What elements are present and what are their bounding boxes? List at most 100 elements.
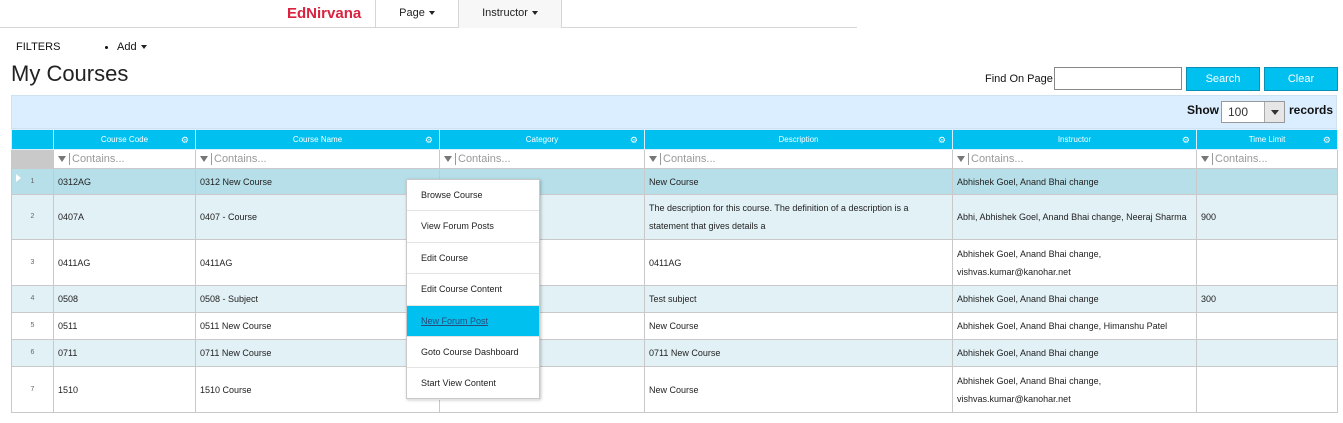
filter-icon[interactable]	[957, 156, 965, 163]
page-size-select[interactable]: 100	[1221, 101, 1285, 123]
filter-placeholder: Contains...	[971, 152, 1024, 165]
gear-icon[interactable]: ⚙	[1323, 135, 1331, 146]
filter-icon[interactable]	[58, 156, 66, 163]
cell-instructor[interactable]: Abhi, Abhishek Goel, Anand Bhai change, …	[952, 194, 1197, 240]
filter-icon[interactable]	[444, 156, 452, 163]
cell-time-limit[interactable]	[1196, 168, 1338, 195]
cell-instructor[interactable]: Abhishek Goel, Anand Bhai change, vishva…	[952, 239, 1197, 286]
cell-instructor[interactable]: Abhishek Goel, Anand Bhai change	[952, 168, 1197, 195]
cell-instructor[interactable]: Abhishek Goel, Anand Bhai change, Himans…	[952, 312, 1197, 340]
cell-course-code[interactable]: 0312AG	[53, 168, 196, 195]
cell-time-limit[interactable]: 300	[1196, 285, 1338, 313]
cell-time-limit[interactable]: 900	[1196, 194, 1338, 240]
cell-description[interactable]: The description for this course. The def…	[644, 194, 953, 240]
menu-item-edit-course-content[interactable]: Edit Course Content	[407, 274, 539, 306]
filter-row-number-cell	[11, 149, 54, 169]
filter-cell-course-name[interactable]: Contains...	[195, 149, 440, 169]
top-nav: EdNirvana Page Instructor	[0, 0, 857, 28]
divider	[455, 153, 456, 166]
find-on-page-label: Find On Page	[985, 73, 1053, 85]
column-header-category[interactable]: Category ⚙	[439, 129, 645, 150]
column-header-label: Time Limit	[1248, 135, 1286, 144]
cell-time-limit[interactable]	[1196, 366, 1338, 413]
nav-page-menu[interactable]: Page	[375, 0, 459, 28]
cell-description[interactable]: 0711 New Course	[644, 339, 953, 367]
cell-course-name[interactable]: 0511 New Course	[195, 312, 440, 340]
cell-time-limit[interactable]	[1196, 239, 1338, 286]
filters-label: FILTERS	[16, 41, 61, 53]
find-on-page-input[interactable]	[1054, 67, 1182, 90]
row-number-cell: 2	[11, 194, 54, 240]
add-filter-label: Add	[117, 41, 137, 53]
cell-course-code[interactable]: 0711	[53, 339, 196, 367]
gear-icon[interactable]: ⚙	[425, 135, 433, 146]
filter-icon[interactable]	[200, 156, 208, 163]
grid-filter-row: Contains... Contains... Contains... Cont…	[11, 149, 1338, 169]
column-header-label: Course Name	[292, 135, 343, 144]
row-number: 4	[30, 295, 35, 302]
filter-cell-instructor[interactable]: Contains...	[952, 149, 1197, 169]
filter-icon[interactable]	[649, 156, 657, 163]
row-number: 1	[30, 177, 35, 185]
cell-description[interactable]: 0411AG	[644, 239, 953, 286]
nav-instructor-menu[interactable]: Instructor	[459, 0, 562, 28]
cell-time-limit[interactable]	[1196, 339, 1338, 367]
cell-time-limit[interactable]	[1196, 312, 1338, 340]
gear-icon[interactable]: ⚙	[1182, 135, 1190, 146]
dropdown-arrow-icon[interactable]	[1264, 102, 1284, 122]
table-row[interactable]: 6 0711 0711 New Course 0711 New Course A…	[11, 339, 1338, 367]
menu-item-start-view-content[interactable]: Start View Content	[407, 368, 539, 400]
cell-course-name[interactable]: 0508 - Subject	[195, 285, 440, 313]
filter-cell-description[interactable]: Contains...	[644, 149, 953, 169]
column-header-description[interactable]: Description ⚙	[644, 129, 953, 150]
cell-course-code[interactable]: 0511	[53, 312, 196, 340]
column-header-instructor[interactable]: Instructor ⚙	[952, 129, 1197, 150]
row-number-cell: 1	[11, 168, 54, 195]
column-header-time-limit[interactable]: Time Limit ⚙	[1196, 129, 1338, 150]
table-row[interactable]: 1 0312AG 0312 New Course New Course Abhi…	[11, 168, 1338, 195]
cell-description[interactable]: New Course	[644, 168, 953, 195]
cell-course-name[interactable]: 1510 Course	[195, 366, 440, 413]
table-row[interactable]: 2 0407A 0407 - Course The description fo…	[11, 194, 1338, 240]
cell-course-name[interactable]: 0411AG	[195, 239, 440, 286]
cell-instructor[interactable]: Abhishek Goel, Anand Bhai change, vishva…	[952, 366, 1197, 413]
column-header-course-name[interactable]: Course Name ⚙	[195, 129, 440, 150]
cell-course-code[interactable]: 0407A	[53, 194, 196, 240]
cell-description[interactable]: New Course	[644, 312, 953, 340]
cell-description[interactable]: Test subject	[644, 285, 953, 313]
cell-course-name[interactable]: 0312 New Course	[195, 168, 440, 195]
filter-cell-category[interactable]: Contains...	[439, 149, 645, 169]
cell-description[interactable]: New Course	[644, 366, 953, 413]
menu-item-browse-course[interactable]: Browse Course	[407, 180, 539, 212]
table-row[interactable]: 7 1510 1510 Course New Course Abhishek G…	[11, 366, 1338, 413]
cell-course-name[interactable]: 0407 - Course	[195, 194, 440, 240]
brand-logo[interactable]: EdNirvana	[287, 5, 361, 22]
table-row[interactable]: 5 0511 0511 New Course New Course Abhish…	[11, 312, 1338, 340]
menu-item-view-forum-posts[interactable]: View Forum Posts	[407, 211, 539, 243]
row-number-cell: 3	[11, 239, 54, 286]
row-number: 7	[30, 385, 35, 393]
filter-placeholder: Contains...	[72, 152, 125, 165]
gear-icon[interactable]: ⚙	[630, 135, 638, 146]
table-row[interactable]: 3 0411AG 0411AG 0411AG Abhishek Goel, An…	[11, 239, 1338, 286]
cell-course-code[interactable]: 0411AG	[53, 239, 196, 286]
filter-placeholder: Contains...	[458, 152, 511, 165]
menu-item-new-forum-post[interactable]: New Forum Post	[407, 305, 539, 337]
gear-icon[interactable]: ⚙	[181, 135, 189, 146]
cell-course-code[interactable]: 1510	[53, 366, 196, 413]
cell-instructor[interactable]: Abhishek Goel, Anand Bhai change	[952, 285, 1197, 313]
table-row[interactable]: 4 0508 0508 - Subject Test subject Abhis…	[11, 285, 1338, 313]
cell-instructor[interactable]: Abhishek Goel, Anand Bhai change	[952, 339, 1197, 367]
clear-button[interactable]: Clear	[1264, 67, 1338, 91]
filter-cell-course-code[interactable]: Contains...	[53, 149, 196, 169]
search-button[interactable]: Search	[1186, 67, 1260, 91]
gear-icon[interactable]: ⚙	[938, 135, 946, 146]
menu-item-edit-course[interactable]: Edit Course	[407, 243, 539, 275]
add-filter-button[interactable]: Add	[105, 41, 147, 53]
column-header-course-code[interactable]: Course Code ⚙	[53, 129, 196, 150]
cell-course-code[interactable]: 0508	[53, 285, 196, 313]
cell-course-name[interactable]: 0711 New Course	[195, 339, 440, 367]
filter-cell-time-limit[interactable]: Contains...	[1196, 149, 1338, 169]
filter-icon[interactable]	[1201, 156, 1209, 163]
menu-item-goto-course-dashboard[interactable]: Goto Course Dashboard	[407, 337, 539, 369]
